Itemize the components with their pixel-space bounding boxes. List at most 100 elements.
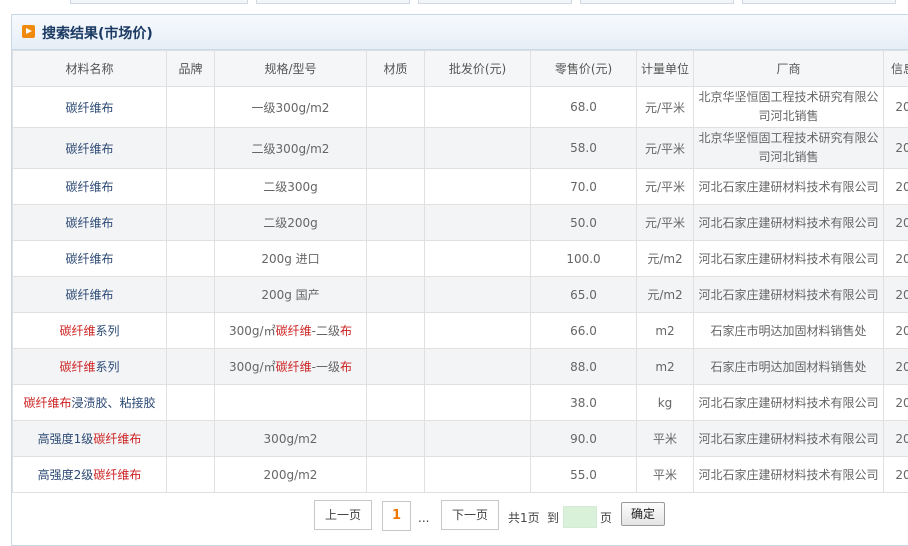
column-header-name[interactable]: 材料名称 <box>13 51 167 87</box>
column-header-retail[interactable]: 零售价(元) <box>531 51 637 87</box>
cell-brand <box>167 277 215 313</box>
table-row[interactable]: 碳纤维布二级300g70.0元/平米河北石家庄建研材料技术有限公司20 <box>13 169 908 205</box>
goto-page-input[interactable] <box>563 506 597 528</box>
highlighted-text: 碳纤维 <box>59 324 95 338</box>
table-row[interactable]: 碳纤维系列300g/㎡碳纤维-一级布88.0m2石家庄市明达加固材料销售处20 <box>13 349 908 385</box>
cell-spec: 300g/m2 <box>215 421 367 457</box>
cell-wholesale <box>425 313 531 349</box>
cell-info: 20 <box>884 313 908 349</box>
cell-wholesale <box>425 169 531 205</box>
cell-material <box>367 421 425 457</box>
cell-name[interactable]: 高强度1级碳纤维布 <box>13 421 167 457</box>
search-results-panel: 搜索结果(市场价) 材料名称 品牌 规格/型号 材质 批发价(元) 零售价(元)… <box>11 14 908 546</box>
cell-brand <box>167 241 215 277</box>
top-tab-stub[interactable] <box>742 0 896 4</box>
cell-wholesale <box>425 205 531 241</box>
text-segment: 高强度1级 <box>38 432 94 446</box>
cell-retail: 55.0 <box>531 457 637 493</box>
cell-vendor: 河北石家庄建研材料技术有限公司 <box>694 169 884 205</box>
cell-retail: 68.0 <box>531 87 637 128</box>
cell-unit: 平米 <box>637 421 694 457</box>
cell-material <box>367 385 425 421</box>
highlighted-text: 碳纤维布 <box>23 396 71 410</box>
cell-name[interactable]: 碳纤维布浸渍胶、粘接胶 <box>13 385 167 421</box>
table-row[interactable]: 高强度1级碳纤维布 300g/m2 90.0平米河北石家庄建研材料技术有限公司20 <box>13 421 908 457</box>
cell-brand <box>167 169 215 205</box>
cell-name[interactable]: 碳纤维布 <box>13 128 167 169</box>
cell-name[interactable]: 碳纤维布 <box>13 87 167 128</box>
cell-spec: 200g/m2 <box>215 457 367 493</box>
cell-brand <box>167 205 215 241</box>
cell-info: 20 <box>884 128 908 169</box>
cell-name[interactable]: 碳纤维系列 <box>13 349 167 385</box>
confirm-button[interactable]: 确定 <box>621 502 665 526</box>
cell-name[interactable]: 碳纤维布 <box>13 169 167 205</box>
cell-info: 20 <box>884 421 908 457</box>
top-tab-stub[interactable] <box>70 0 248 4</box>
column-header-unit[interactable]: 计量单位 <box>637 51 694 87</box>
column-header-wholesale[interactable]: 批发价(元) <box>425 51 531 87</box>
cell-material <box>367 87 425 128</box>
cell-name[interactable]: 高强度2级碳纤维布 <box>13 457 167 493</box>
cell-name[interactable]: 碳纤维布 <box>13 277 167 313</box>
cell-unit: 元/平米 <box>637 169 694 205</box>
table-row[interactable]: 碳纤维系列300g/㎡碳纤维-二级布66.0m2石家庄市明达加固材料销售处20 <box>13 313 908 349</box>
cell-wholesale <box>425 128 531 169</box>
column-header-vendor[interactable]: 厂商 <box>694 51 884 87</box>
cell-wholesale <box>425 421 531 457</box>
cell-wholesale <box>425 277 531 313</box>
table-row[interactable]: 碳纤维布二级300g/m258.0元/平米北京华坚恒固工程技术研究有限公司河北销… <box>13 128 908 169</box>
highlighted-text: 布 <box>340 360 352 374</box>
column-header-material[interactable]: 材质 <box>367 51 425 87</box>
cell-material <box>367 349 425 385</box>
cell-name[interactable]: 碳纤维系列 <box>13 313 167 349</box>
highlighted-text: 碳纤维 <box>59 360 95 374</box>
cell-info: 20 <box>884 205 908 241</box>
table-row[interactable]: 碳纤维布二级200g50.0元/平米河北石家庄建研材料技术有限公司20 <box>13 205 908 241</box>
table-row[interactable]: 碳纤维布200g 国产65.0元/m2河北石家庄建研材料技术有限公司20 <box>13 277 908 313</box>
cell-name[interactable]: 碳纤维布 <box>13 241 167 277</box>
cell-spec: 200g 进口 <box>215 241 367 277</box>
cell-spec <box>215 385 367 421</box>
top-tab-strip <box>0 0 908 8</box>
cell-unit: kg <box>637 385 694 421</box>
cell-retail: 66.0 <box>531 313 637 349</box>
panel-header: 搜索结果(市场价) <box>12 15 908 50</box>
next-page-button[interactable]: 下一页 <box>441 500 499 530</box>
column-header-spec[interactable]: 规格/型号 <box>215 51 367 87</box>
cell-retail: 90.0 <box>531 421 637 457</box>
top-tab-stub[interactable] <box>580 0 734 4</box>
highlighted-text: 碳纤维 <box>276 360 312 374</box>
table-row[interactable]: 碳纤维布200g 进口100.0元/m2河北石家庄建研材料技术有限公司20 <box>13 241 908 277</box>
text-segment: -二级 <box>312 324 340 338</box>
text-segment: 二级200g <box>263 216 318 230</box>
cell-brand <box>167 385 215 421</box>
cell-vendor: 河北石家庄建研材料技术有限公司 <box>694 421 884 457</box>
page-number-current[interactable]: 1 <box>382 501 411 531</box>
table-row[interactable]: 碳纤维布浸渍胶、粘接胶38.0kg河北石家庄建研材料技术有限公司20 <box>13 385 908 421</box>
results-table: 材料名称 品牌 规格/型号 材质 批发价(元) 零售价(元) 计量单位 厂商 信… <box>12 50 908 493</box>
cell-info: 20 <box>884 349 908 385</box>
text-segment: 300g/m2 <box>264 432 318 446</box>
cell-unit: 元/m2 <box>637 241 694 277</box>
highlighted-text: 碳纤维布 <box>93 432 141 446</box>
column-header-info[interactable]: 信息 <box>884 51 908 87</box>
cell-vendor: 河北石家庄建研材料技术有限公司 <box>694 457 884 493</box>
top-tab-stub[interactable] <box>256 0 410 4</box>
column-header-brand[interactable]: 品牌 <box>167 51 215 87</box>
table-row[interactable]: 高强度2级碳纤维布200g/m255.0平米河北石家庄建研材料技术有限公司20 <box>13 457 908 493</box>
prev-page-button[interactable]: 上一页 <box>314 500 372 530</box>
cell-spec: 二级200g <box>215 205 367 241</box>
top-tab-stub[interactable] <box>418 0 572 4</box>
table-row[interactable]: 碳纤维布一级300g/m268.0元/平米北京华坚恒固工程技术研究有限公司河北销… <box>13 87 908 128</box>
page-ellipsis: ... <box>418 510 429 526</box>
cell-info: 20 <box>884 277 908 313</box>
cell-info: 20 <box>884 385 908 421</box>
cell-vendor: 河北石家庄建研材料技术有限公司 <box>694 385 884 421</box>
cell-name[interactable]: 碳纤维布 <box>13 205 167 241</box>
cell-spec: 二级300g <box>215 169 367 205</box>
text-segment: 200g 国产 <box>261 288 319 302</box>
page-suffix-label: 页 <box>600 510 612 526</box>
text-segment: 200g/m2 <box>264 468 318 482</box>
cell-brand <box>167 87 215 128</box>
